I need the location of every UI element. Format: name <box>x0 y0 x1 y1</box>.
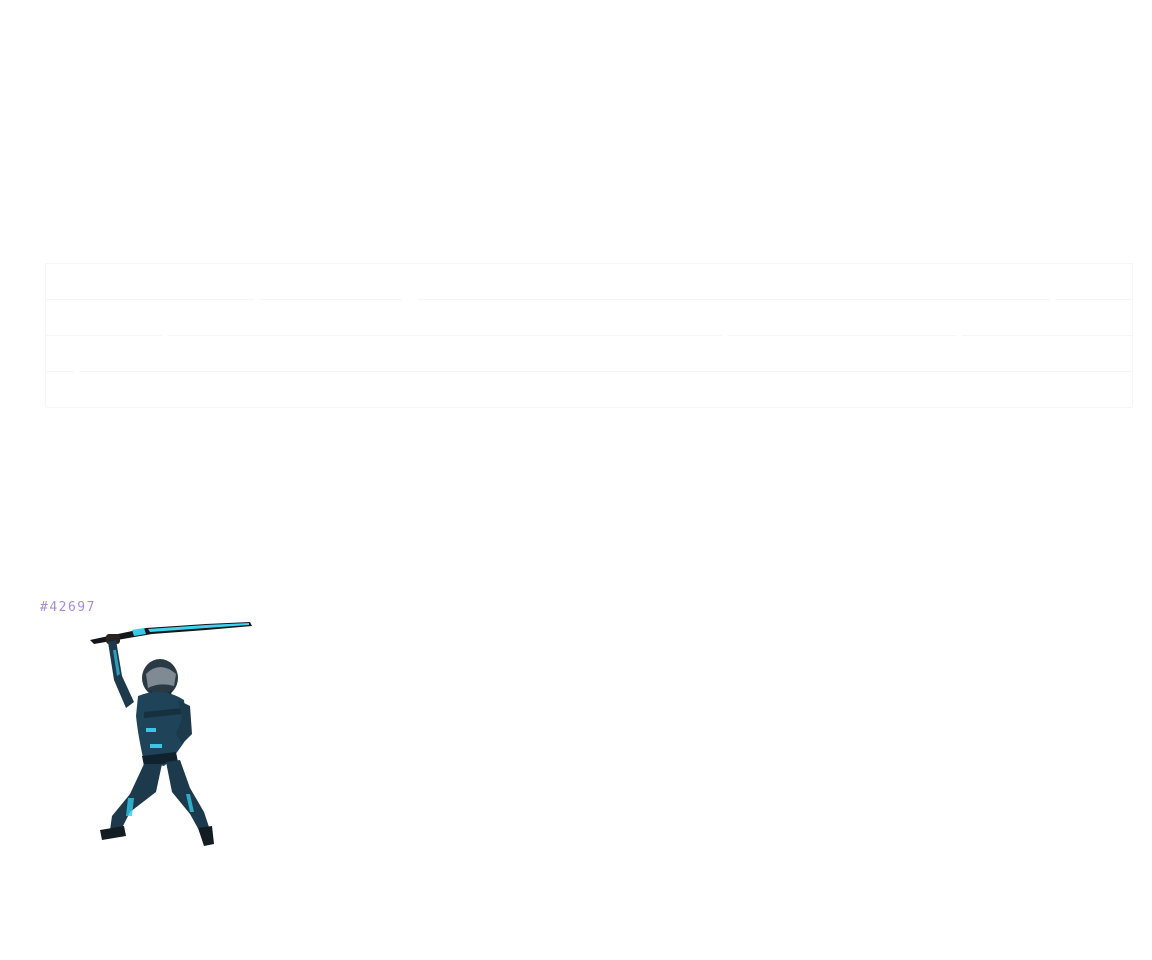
page: #42697 <box>0 0 1152 960</box>
grid-row <box>46 372 1132 408</box>
sword-warrior-icon <box>86 616 256 848</box>
faint-grid-table <box>45 263 1133 408</box>
item-id-label: #42697 <box>40 600 96 615</box>
grid-row <box>46 336 1132 372</box>
grid-row <box>46 300 1132 336</box>
sword-warrior-graphic <box>90 622 252 846</box>
grid-row <box>46 264 1132 300</box>
